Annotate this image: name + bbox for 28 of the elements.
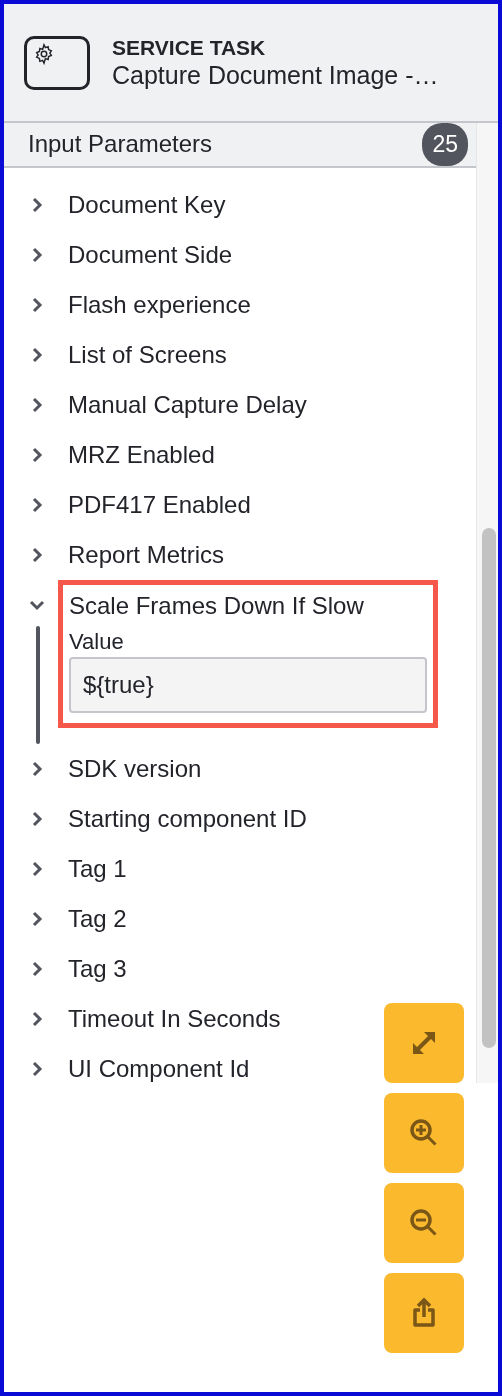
parameter-name[interactable]: SDK version xyxy=(48,743,202,794)
parameter-name[interactable]: Document Key xyxy=(48,179,226,230)
parameter-name[interactable]: List of Screens xyxy=(48,329,227,380)
service-task-icon xyxy=(24,35,90,90)
parameter-name[interactable]: UI Component Id xyxy=(48,1043,250,1094)
parameter-name[interactable]: Document Side xyxy=(48,229,233,280)
field-label: Value xyxy=(69,627,125,656)
parameter-name[interactable]: MRZ Enabled xyxy=(48,429,215,480)
task-name: Capture Document Image -… xyxy=(112,60,439,91)
export-button[interactable] xyxy=(384,1273,464,1353)
parameter-name[interactable]: Timeout In Seconds xyxy=(48,993,281,1044)
zoom-in-button[interactable] xyxy=(384,1093,464,1173)
value-field[interactable]: ${true} xyxy=(69,656,427,713)
parameter-name[interactable]: Scale Frames Down If Slow xyxy=(69,584,427,627)
parameter-name[interactable]: Starting component ID xyxy=(48,793,307,844)
parameter-name[interactable]: Manual Capture Delay xyxy=(48,379,307,430)
parameter-name[interactable]: Report Metrics xyxy=(48,529,225,580)
parameter-name[interactable]: Tag 2 xyxy=(48,893,127,944)
parameter-name[interactable]: PDF417 Enabled xyxy=(48,479,251,530)
parameter-name[interactable]: Tag 1 xyxy=(48,843,127,894)
zoom-out-button[interactable] xyxy=(384,1183,464,1263)
count-badge: 25 xyxy=(422,123,468,166)
parameter-name[interactable]: Tag 3 xyxy=(48,943,127,994)
fit-button[interactable] xyxy=(384,1003,464,1083)
scrollbar[interactable] xyxy=(476,123,498,1083)
task-type: SERVICE TASK xyxy=(112,34,267,61)
parameter-name[interactable]: Flash experience xyxy=(48,279,251,330)
section-title: Input Parameters xyxy=(28,129,213,160)
